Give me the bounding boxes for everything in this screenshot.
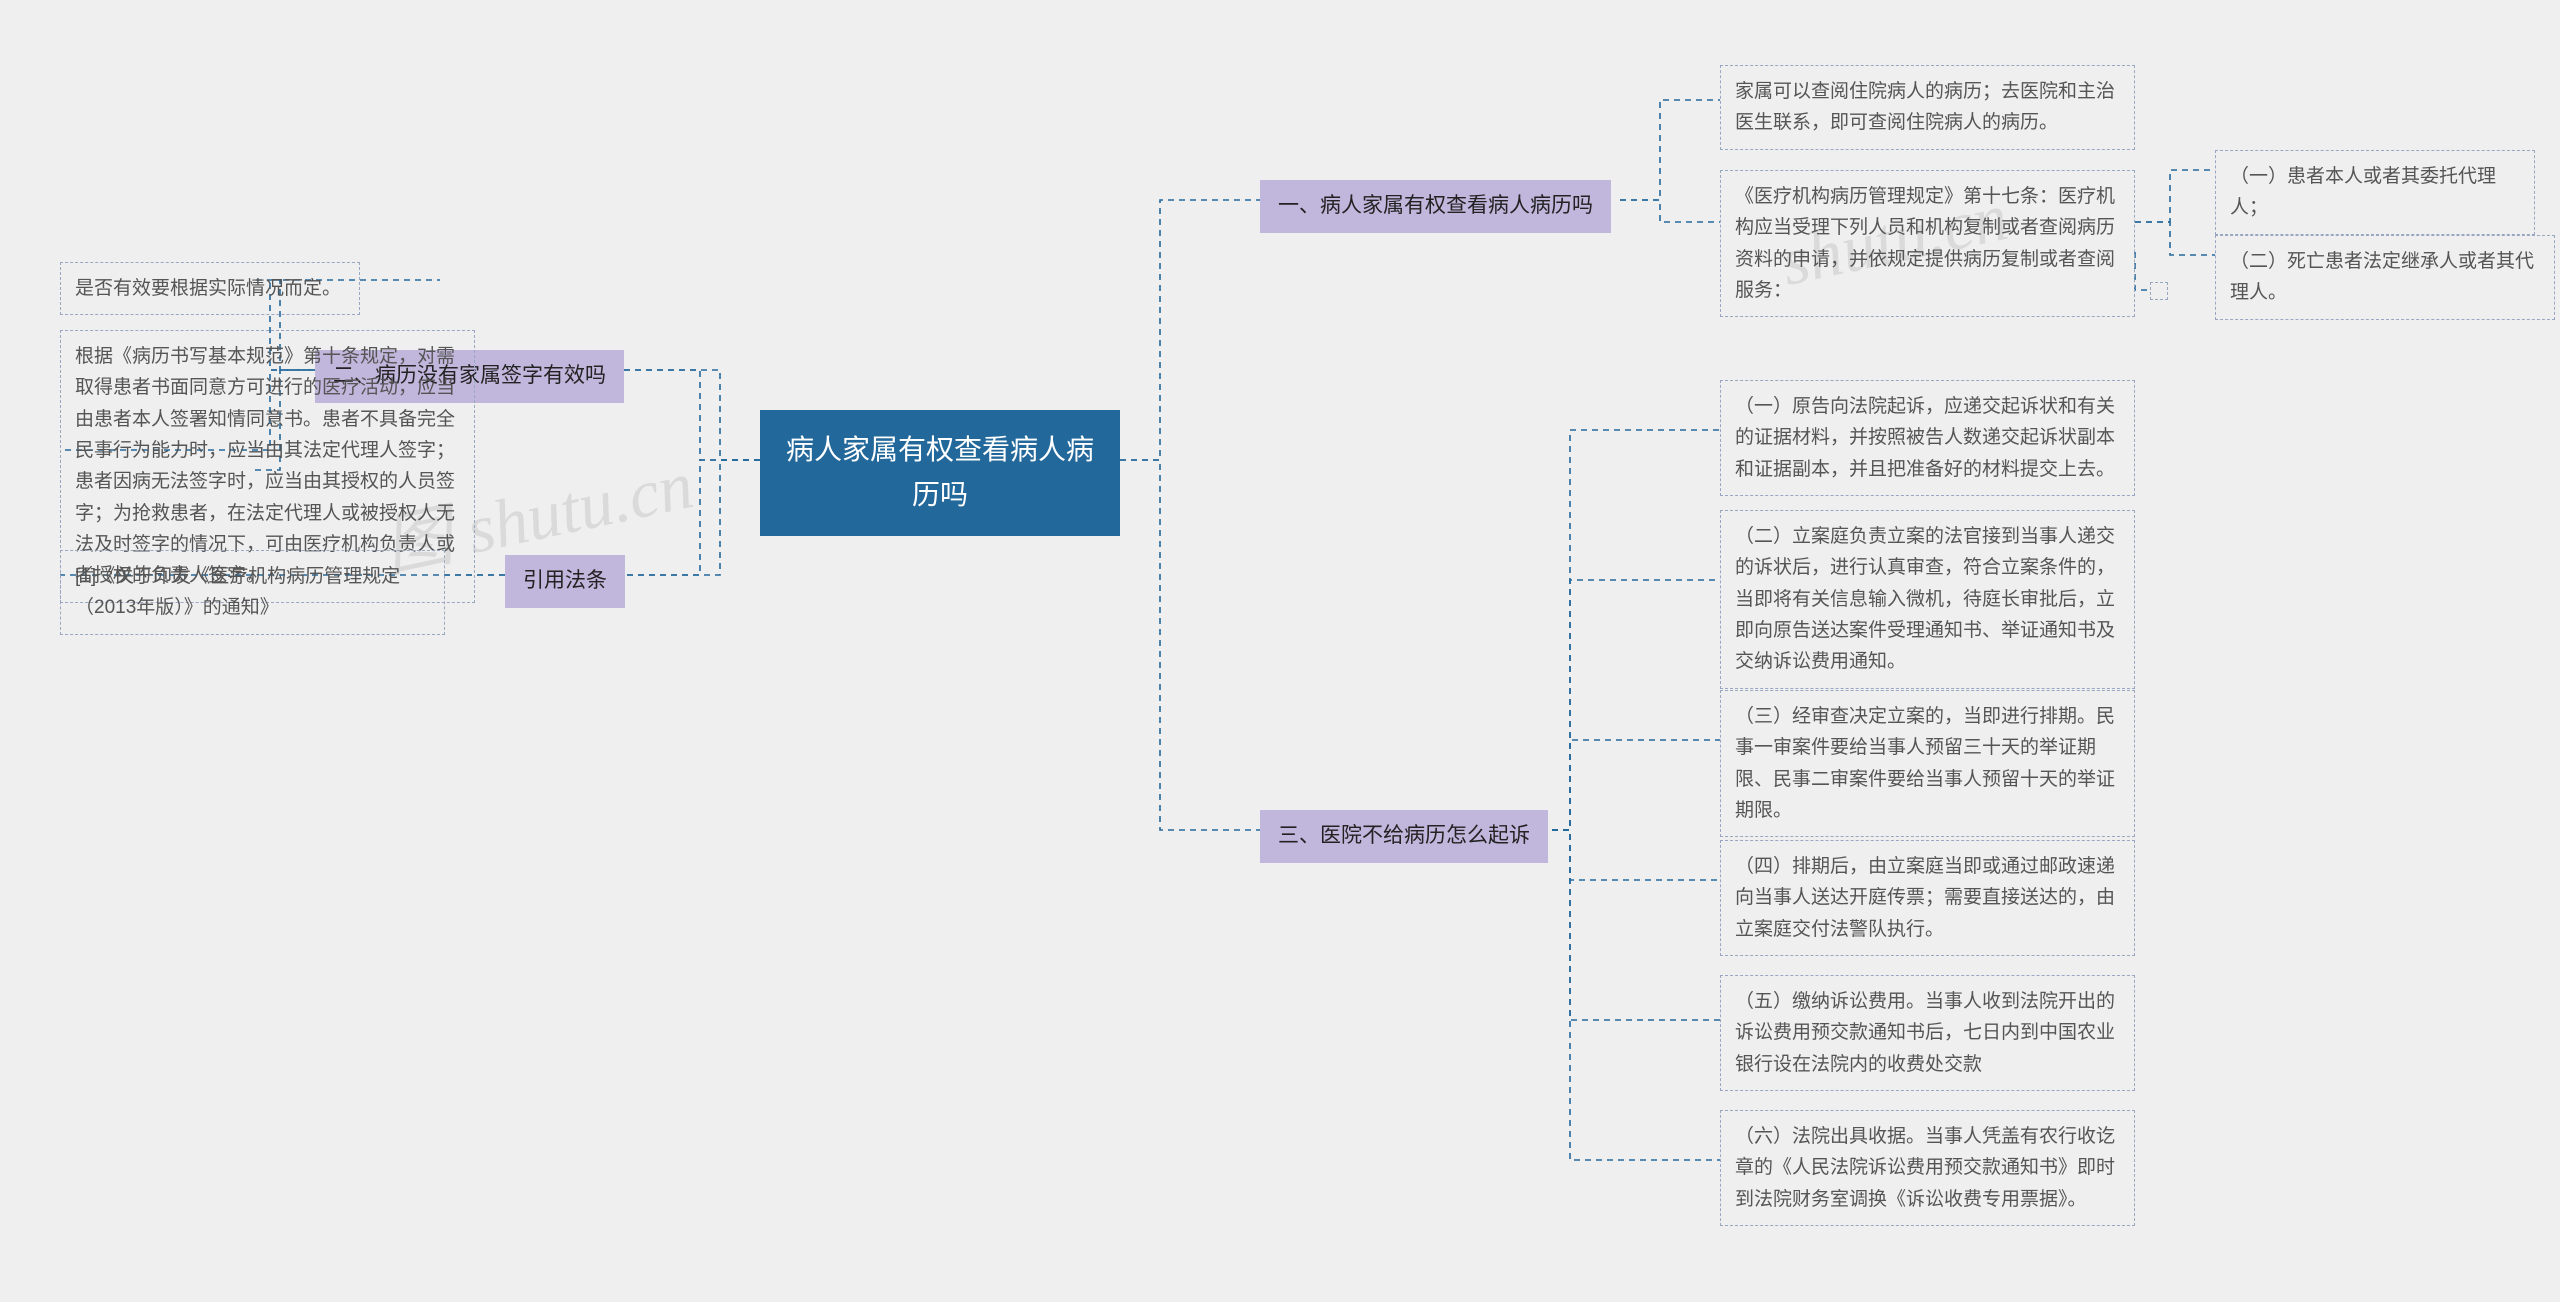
branch-ref-label: 引用法条 xyxy=(523,569,607,592)
b3-leaf-4[interactable]: （四）排期后，由立案庭当即或通过邮政速递向当事人送达开庭传票；需要直接送达的，由… xyxy=(1720,840,2135,956)
b1-leaf-2-text: 《医疗机构病历管理规定》第十七条：医疗机构应当受理下列人员和机构复制或者查阅病历… xyxy=(1735,186,2115,301)
b3-leaf-2-text: （二）立案庭负责立案的法官接到当事人递交的诉状后，进行认真审查，符合立案条件的，… xyxy=(1735,526,2115,672)
b3-leaf-1-text: （一）原告向法院起诉，应递交起诉状和有关的证据材料，并按照被告人数递交起诉状副本… xyxy=(1735,396,2115,480)
branch-1[interactable]: 一、病人家属有权查看病人病历吗 xyxy=(1260,180,1611,233)
b3-leaf-5-text: （五）缴纳诉讼费用。当事人收到法院开出的诉讼费用预交款通知书后，七日内到中国农业… xyxy=(1735,991,2115,1075)
root-node[interactable]: 病人家属有权查看病人病 历吗 xyxy=(760,410,1120,536)
branch-3-label: 三、医院不给病历怎么起诉 xyxy=(1278,824,1530,847)
b3-leaf-6-text: （六）法院出具收据。当事人凭盖有农行收讫章的《人民法院诉讼费用预交款通知书》即时… xyxy=(1735,1126,2115,1210)
b1-leaf-2[interactable]: 《医疗机构病历管理规定》第十七条：医疗机构应当受理下列人员和机构复制或者查阅病历… xyxy=(1720,170,2135,317)
branch-1-label: 一、病人家属有权查看病人病历吗 xyxy=(1278,194,1593,217)
branch-ref[interactable]: 引用法条 xyxy=(505,555,625,608)
branch-3[interactable]: 三、医院不给病历怎么起诉 xyxy=(1260,810,1548,863)
b1-leaf-2a[interactable]: （一）患者本人或者其委托代理人； xyxy=(2215,150,2535,235)
b2-leaf-1[interactable]: 是否有效要根据实际情况而定。 xyxy=(60,262,360,315)
b1-empty-stub xyxy=(2150,282,2168,300)
b3-leaf-3[interactable]: （三）经审查决定立案的，当即进行排期。民事一审案件要给当事人预留三十天的举证期限… xyxy=(1720,690,2135,837)
b3-leaf-3-text: （三）经审查决定立案的，当即进行排期。民事一审案件要给当事人预留三十天的举证期限… xyxy=(1735,706,2115,821)
b3-leaf-5[interactable]: （五）缴纳诉讼费用。当事人收到法院开出的诉讼费用预交款通知书后，七日内到中国农业… xyxy=(1720,975,2135,1091)
b2-leaf-1-text: 是否有效要根据实际情况而定。 xyxy=(75,278,341,299)
b3-leaf-4-text: （四）排期后，由立案庭当即或通过邮政速递向当事人送达开庭传票；需要直接送达的，由… xyxy=(1735,856,2115,940)
root-title: 病人家属有权查看病人病 历吗 xyxy=(786,434,1094,510)
b1-leaf-2b[interactable]: （二）死亡患者法定继承人或者其代理人。 xyxy=(2215,235,2555,320)
ref-leaf-1-text: [1]《关于印发《医疗机构病历管理规定（2013年版）》的通知》 xyxy=(75,566,400,618)
b1-leaf-1-text: 家属可以查阅住院病人的病历；去医院和主治医生联系，即可查阅住院病人的病历。 xyxy=(1735,81,2115,133)
b1-leaf-2b-text: （二）死亡患者法定继承人或者其代理人。 xyxy=(2230,251,2534,303)
b1-leaf-1[interactable]: 家属可以查阅住院病人的病历；去医院和主治医生联系，即可查阅住院病人的病历。 xyxy=(1720,65,2135,150)
b1-leaf-2a-text: （一）患者本人或者其委托代理人； xyxy=(2230,166,2496,218)
b3-leaf-1[interactable]: （一）原告向法院起诉，应递交起诉状和有关的证据材料，并按照被告人数递交起诉状副本… xyxy=(1720,380,2135,496)
b3-leaf-2[interactable]: （二）立案庭负责立案的法官接到当事人递交的诉状后，进行认真审查，符合立案条件的，… xyxy=(1720,510,2135,689)
ref-leaf-1[interactable]: [1]《关于印发《医疗机构病历管理规定（2013年版）》的通知》 xyxy=(60,550,445,635)
b3-leaf-6[interactable]: （六）法院出具收据。当事人凭盖有农行收讫章的《人民法院诉讼费用预交款通知书》即时… xyxy=(1720,1110,2135,1226)
